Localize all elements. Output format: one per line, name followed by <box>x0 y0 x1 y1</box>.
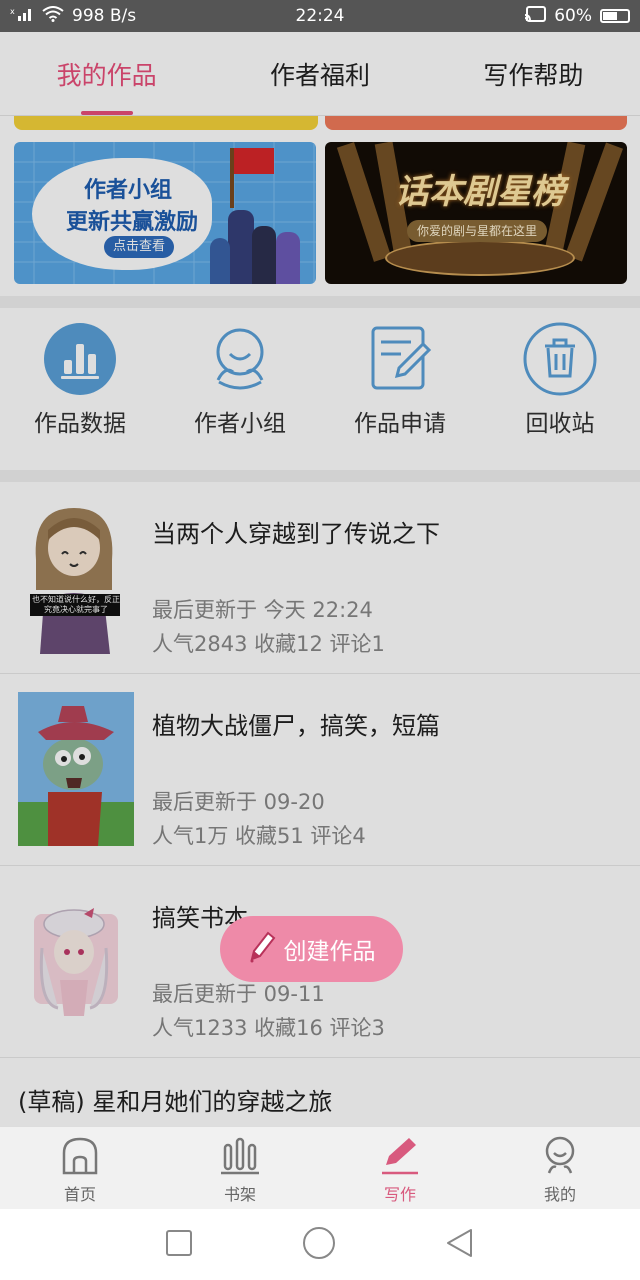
home-button[interactable] <box>302 1226 336 1264</box>
work-title: 当两个人穿越到了传说之下 <box>152 520 440 548</box>
quick-action-label: 作品申请 <box>354 411 446 437</box>
tab-label: 写作帮助 <box>483 61 584 90</box>
banner-row: 作者小组 更新共赢激励 点击查看 话本剧星榜 你爱的剧与星都在这里 <box>0 134 640 296</box>
app-screen: 我的作品 作者福利 写作帮助 作者小组 更新共赢激励 点击查看 话本剧星榜 你爱… <box>0 32 640 1209</box>
trash-icon <box>523 322 597 396</box>
quick-action-work-application[interactable]: 作品申请 <box>320 308 480 438</box>
tab-author-benefits[interactable]: 作者福利 <box>213 32 426 115</box>
bar-chart-icon <box>43 322 117 396</box>
quick-action-label: 作品数据 <box>34 411 126 437</box>
quick-actions: 作品数据 作者小组 作品申请 回收站 <box>0 308 640 470</box>
banner-peek-right[interactable] <box>325 116 627 130</box>
stage-graphic <box>385 240 575 276</box>
figure <box>276 232 300 284</box>
quick-action-work-data[interactable]: 作品数据 <box>0 308 160 438</box>
tab-underline <box>80 111 133 115</box>
work-updated: 最后更新于 09-11 <box>152 982 325 1006</box>
status-bar: x 998 B/s 22:24 60% <box>0 0 640 32</box>
nav-home[interactable]: 首页 <box>0 1127 160 1209</box>
quick-action-label: 作者小组 <box>194 411 286 437</box>
quick-action-author-group[interactable]: 作者小组 <box>160 308 320 438</box>
work-updated: 最后更新于 09-20 <box>152 790 325 814</box>
banner-row-peek <box>0 116 640 134</box>
banner-subtitle: 更新共赢激励 <box>66 210 199 235</box>
work-updated: 最后更新于 今天 22:24 <box>152 598 373 622</box>
work-cover: 也不知道说什么好，反正究竟决心就完事了 <box>18 500 134 654</box>
nav-label: 写作 <box>383 1185 416 1204</box>
back-button[interactable] <box>445 1228 475 1262</box>
profile-icon <box>540 1135 580 1179</box>
tab-label: 作者福利 <box>269 61 370 90</box>
tab-label: 我的作品 <box>56 61 157 90</box>
clock: 22:24 <box>295 6 345 26</box>
figure <box>210 238 230 284</box>
cover-caption: 也不知道说什么好，反正究竟决心就完事了 <box>32 595 120 614</box>
nav-bookshelf[interactable]: 书架 <box>160 1127 320 1209</box>
works-list: 也不知道说什么好，反正究竟决心就完事了 当两个人穿越到了传说之下 最后更新于 今… <box>0 482 640 1118</box>
wifi-icon <box>42 5 64 27</box>
edit-document-icon <box>363 322 437 396</box>
work-cover <box>18 884 134 1038</box>
section-divider <box>0 296 640 308</box>
work-title: 植物大战僵尸，搞笑，短篇 <box>152 712 440 740</box>
create-work-label: 创建作品 <box>283 939 376 965</box>
nav-me[interactable]: 我的 <box>480 1127 640 1209</box>
create-work-button[interactable]: 创建作品 <box>220 916 403 982</box>
pencil-icon <box>248 929 276 969</box>
banner-title: 作者小组 <box>84 178 173 203</box>
battery-percent: 60% <box>554 6 592 26</box>
system-nav-bar <box>0 1209 640 1280</box>
work-stats: 人气1万 收藏51 评论4 <box>152 824 366 848</box>
bottom-nav: 首页 书架 写作 我的 <box>0 1126 640 1209</box>
home-icon <box>60 1135 100 1179</box>
banner-subtitle: 你爱的剧与星都在这里 <box>407 220 547 242</box>
banner-view-button[interactable]: 点击查看 <box>104 236 174 258</box>
pencil-icon <box>380 1135 420 1179</box>
bookshelf-icon <box>220 1135 260 1179</box>
recents-button[interactable] <box>165 1229 193 1261</box>
figure <box>228 210 254 284</box>
nav-label: 首页 <box>63 1185 96 1204</box>
tab-writing-help[interactable]: 写作帮助 <box>427 32 640 115</box>
drama-star-ranking-banner[interactable]: 话本剧星榜 你爱的剧与星都在这里 <box>325 142 627 284</box>
section-divider <box>0 470 640 482</box>
nav-label: 我的 <box>543 1185 576 1204</box>
work-stats: 人气1233 收藏16 评论3 <box>152 1016 385 1040</box>
nav-write[interactable]: 写作 <box>320 1127 480 1209</box>
draft-item[interactable]: (草稿) 星和月她们的穿越之旅 <box>0 1058 640 1118</box>
banner-title: 话本剧星榜 <box>395 172 565 212</box>
person-icon <box>203 322 277 396</box>
work-cover <box>18 692 134 846</box>
list-item[interactable]: 也不知道说什么好，反正究竟决心就完事了 当两个人穿越到了传说之下 最后更新于 今… <box>0 482 640 674</box>
top-tabs: 我的作品 作者福利 写作帮助 <box>0 32 640 116</box>
banner-peek-left[interactable] <box>14 116 318 130</box>
tab-my-works[interactable]: 我的作品 <box>0 32 213 115</box>
signal-icon: x <box>10 6 34 27</box>
flag-icon <box>234 148 274 174</box>
list-item[interactable]: 植物大战僵尸，搞笑，短篇 最后更新于 09-20 人气1万 收藏51 评论4 <box>0 674 640 866</box>
author-group-banner[interactable]: 作者小组 更新共赢激励 点击查看 <box>14 142 316 284</box>
work-stats: 人气2843 收藏12 评论1 <box>152 632 385 656</box>
draft-title: (草稿) 星和月她们的穿越之旅 <box>18 1088 333 1116</box>
svg-text:x: x <box>10 7 15 16</box>
quick-action-recycle-bin[interactable]: 回收站 <box>480 308 640 438</box>
battery-icon <box>600 9 630 23</box>
network-speed: 998 B/s <box>72 6 137 26</box>
nav-label: 书架 <box>223 1185 256 1204</box>
figure <box>252 226 276 284</box>
quick-action-label: 回收站 <box>525 411 595 437</box>
cast-icon <box>524 5 547 27</box>
